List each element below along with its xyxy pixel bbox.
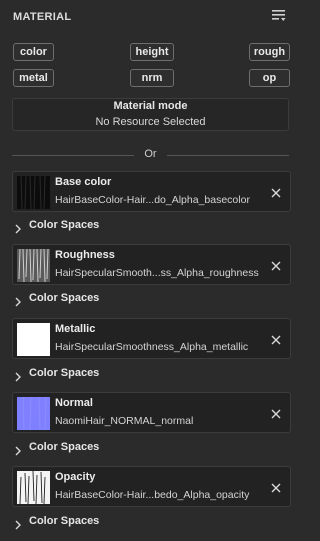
base-color-thumbnail	[17, 176, 50, 209]
channel-rough-button[interactable]: rough	[249, 43, 290, 61]
slot-title: Normal	[55, 397, 93, 409]
panel-header: MATERIAL	[0, 0, 307, 34]
texture-slot-normal[interactable]: Normal NaomiHair_NORMAL_normal	[12, 392, 291, 433]
slot-filename: HairBaseColor-Hair...bedo_Alpha_opacity	[55, 489, 250, 501]
color-spaces-toggle[interactable]: Color Spaces	[12, 514, 212, 530]
or-label: Or	[144, 148, 157, 160]
close-icon[interactable]	[270, 481, 282, 493]
channel-color-button[interactable]: color	[13, 43, 54, 61]
close-icon[interactable]	[270, 407, 282, 419]
filter-list-icon[interactable]	[271, 9, 287, 23]
chevron-right-icon	[14, 443, 22, 456]
color-spaces-toggle[interactable]: Color Spaces	[12, 218, 212, 234]
roughness-thumbnail	[17, 249, 50, 282]
slot-filename: NaomiHair_NORMAL_normal	[55, 415, 194, 427]
color-spaces-label: Color Spaces	[29, 515, 100, 527]
color-spaces-toggle[interactable]: Color Spaces	[12, 366, 212, 382]
material-mode-selector[interactable]: Material mode No Resource Selected	[12, 98, 289, 131]
slot-filename: HairBaseColor-Hair...do_Alpha_basecolor	[55, 194, 250, 206]
opacity-thumbnail	[17, 471, 50, 504]
slot-title: Metallic	[55, 323, 96, 335]
color-spaces-label: Color Spaces	[29, 441, 100, 453]
material-mode-value: No Resource Selected	[95, 116, 206, 128]
channel-metal-button[interactable]: metal	[13, 69, 54, 87]
metallic-thumbnail	[17, 323, 50, 356]
close-icon[interactable]	[270, 333, 282, 345]
color-spaces-toggle[interactable]: Color Spaces	[12, 291, 212, 307]
panel-title: MATERIAL	[13, 11, 72, 23]
slot-filename: HairSpecularSmoothness_Alpha_metallic	[55, 341, 249, 353]
chevron-right-icon	[14, 517, 22, 530]
color-spaces-label: Color Spaces	[29, 292, 100, 304]
texture-slot-metallic[interactable]: Metallic HairSpecularSmoothness_Alpha_me…	[12, 318, 291, 359]
color-spaces-label: Color Spaces	[29, 219, 100, 231]
texture-slot-base-color[interactable]: Base color HairBaseColor-Hair...do_Alpha…	[12, 171, 291, 212]
or-separator: Or	[12, 147, 289, 163]
normal-thumbnail	[17, 397, 50, 430]
channel-height-button[interactable]: height	[130, 43, 174, 61]
separator-line-right	[167, 155, 289, 156]
channel-op-button[interactable]: op	[249, 69, 290, 87]
slot-title: Opacity	[55, 471, 96, 483]
material-mode-title: Material mode	[113, 100, 188, 112]
slot-title: Roughness	[55, 249, 115, 261]
texture-slot-opacity[interactable]: Opacity HairBaseColor-Hair...bedo_Alpha_…	[12, 466, 291, 507]
slot-title: Base color	[55, 176, 112, 188]
slot-filename: HairSpecularSmooth...ss_Alpha_roughness	[55, 267, 259, 279]
texture-slot-roughness[interactable]: Roughness HairSpecularSmooth...ss_Alpha_…	[12, 244, 291, 285]
color-spaces-label: Color Spaces	[29, 367, 100, 379]
chevron-right-icon	[14, 369, 22, 382]
chevron-right-icon	[14, 221, 22, 234]
close-icon[interactable]	[270, 186, 282, 198]
chevron-right-icon	[14, 294, 22, 307]
close-icon[interactable]	[270, 259, 282, 271]
color-spaces-toggle[interactable]: Color Spaces	[12, 440, 212, 456]
channel-nrm-button[interactable]: nrm	[130, 69, 174, 87]
